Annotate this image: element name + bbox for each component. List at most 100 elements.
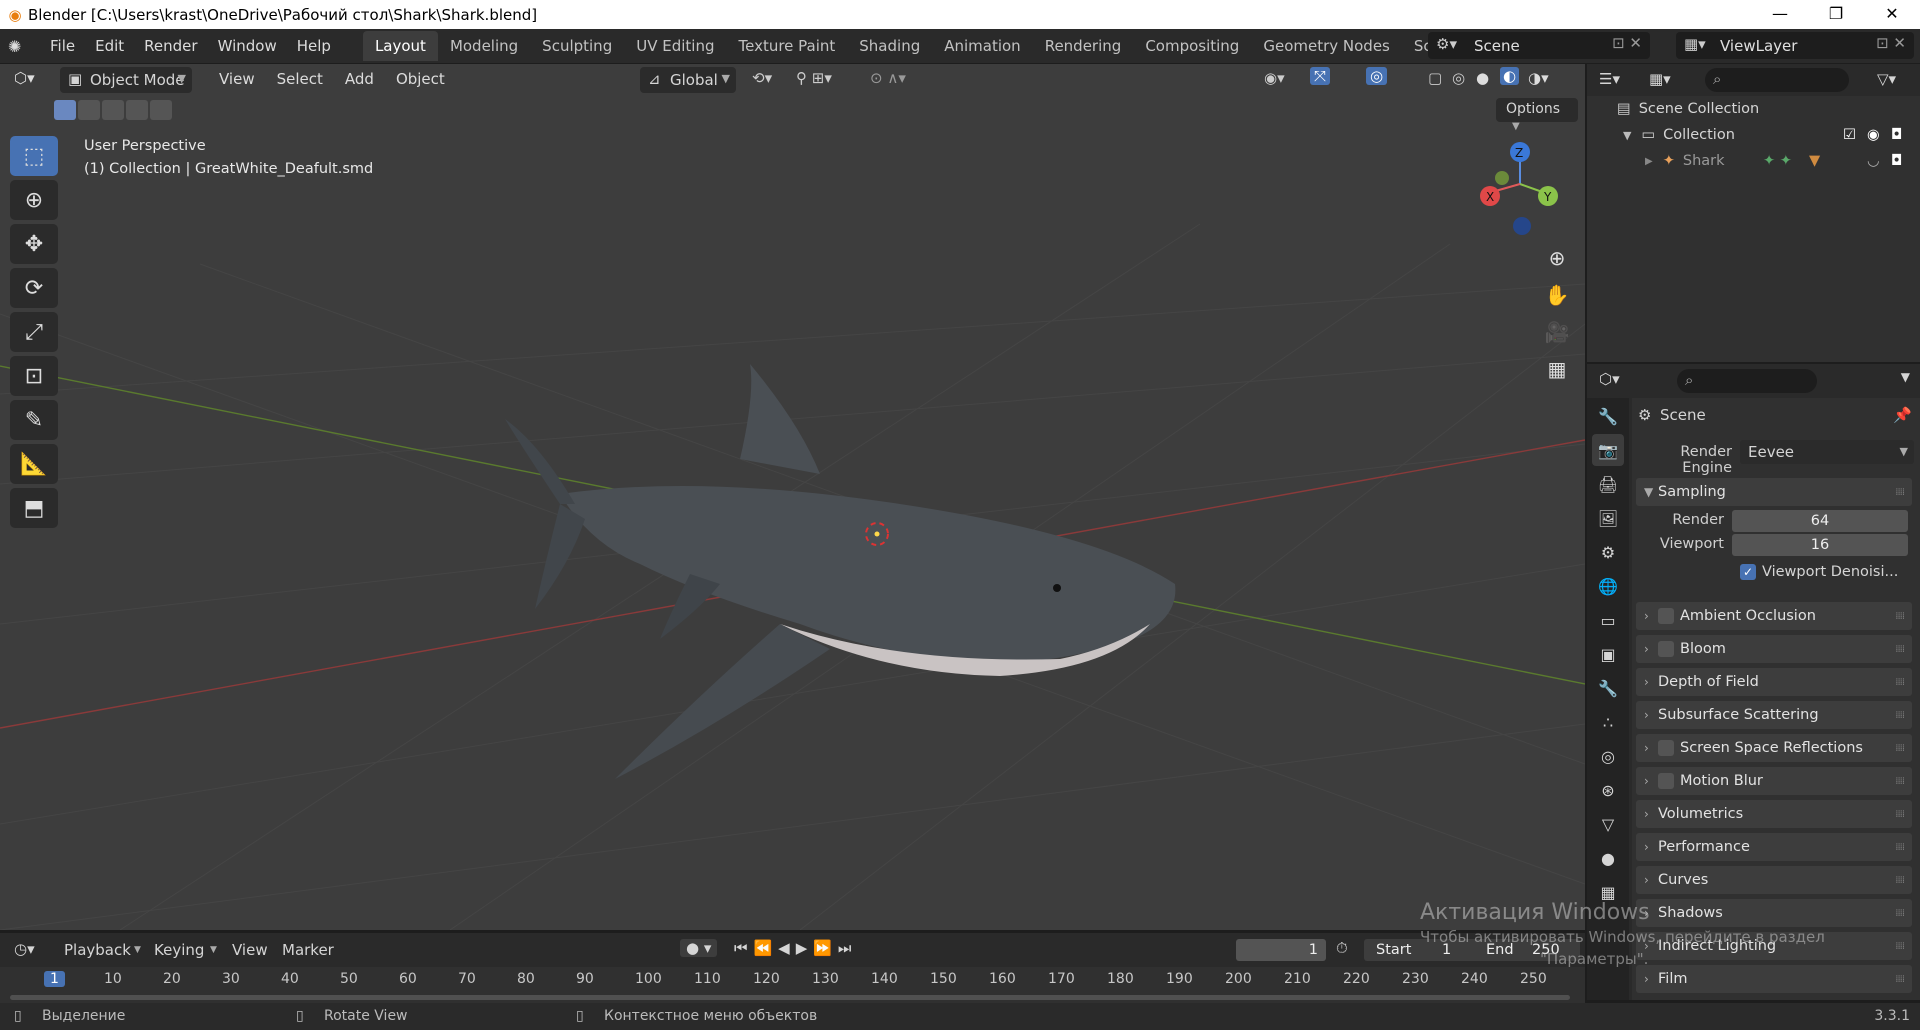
stopwatch-icon[interactable]: ⏱ bbox=[1336, 939, 1348, 957]
menu-view[interactable]: View bbox=[208, 70, 266, 88]
select-invert-icon[interactable] bbox=[126, 100, 148, 120]
add-cube-tool-icon[interactable]: ⬒ bbox=[10, 488, 58, 528]
menu-marker[interactable]: Marker bbox=[282, 941, 334, 959]
filter-icon[interactable]: ▽▾ bbox=[1877, 70, 1896, 88]
viewport-samples-field[interactable]: 16 bbox=[1732, 534, 1908, 556]
properties-editor-icon[interactable]: ⬡▾ bbox=[1599, 370, 1620, 388]
transform-tool-icon[interactable]: ⊡ bbox=[10, 356, 58, 396]
panel-volumetrics[interactable]: › Volumetrics ⁞⁞⁞⁞ bbox=[1636, 800, 1912, 828]
visibility-icon[interactable]: ◉▾ bbox=[1264, 69, 1285, 87]
outliner-row-scene-collection[interactable]: ▤ Scene Collection bbox=[1587, 96, 1920, 122]
select-box-tool-icon[interactable]: ⬚ bbox=[10, 136, 58, 176]
output-tab-icon[interactable]: 🖨 bbox=[1592, 468, 1624, 500]
drag-handle-icon[interactable]: ⁞⁞⁞⁞ bbox=[1895, 677, 1905, 688]
pin-icon[interactable]: 📌 bbox=[1893, 406, 1912, 424]
panel-ambient-occlusion[interactable]: › Ambient Occlusion ⁞⁞⁞⁞ bbox=[1636, 602, 1912, 630]
tab-sculpting[interactable]: Sculpting bbox=[530, 31, 624, 61]
camera-view-icon[interactable]: 🎥 bbox=[1540, 315, 1574, 349]
modifier-tab-icon[interactable]: 🔧 bbox=[1592, 672, 1624, 704]
bloom-checkbox[interactable] bbox=[1658, 641, 1674, 657]
cursor-tool-icon[interactable]: ⊕ bbox=[10, 180, 58, 220]
tab-rendering[interactable]: Rendering bbox=[1033, 31, 1134, 61]
panel-depth-of-field[interactable]: › Depth of Field ⁞⁞⁞⁞ bbox=[1636, 668, 1912, 696]
scene-tab-icon[interactable]: ⚙ bbox=[1592, 536, 1624, 568]
chevron-down-icon[interactable]: ▼ bbox=[1901, 370, 1910, 384]
data-tab-icon[interactable]: ▽ bbox=[1592, 808, 1624, 840]
display-mode-icon[interactable]: ▦▾ bbox=[1649, 70, 1671, 88]
wireframe-shading-icon[interactable]: ◎ bbox=[1452, 69, 1465, 87]
outliner-editor-icon[interactable]: ☰▾ bbox=[1599, 70, 1620, 88]
drag-handle-icon[interactable]: ⁞⁞⁞⁞ bbox=[1895, 487, 1905, 498]
drag-handle-icon[interactable]: ⁞⁞⁞⁞ bbox=[1895, 974, 1905, 985]
view-layer-actions-icon[interactable]: ⊡ ✕ bbox=[1876, 34, 1906, 52]
menu-select[interactable]: Select bbox=[266, 70, 334, 88]
render-engine-select[interactable]: Eevee ▼ bbox=[1740, 440, 1914, 464]
scene-selector[interactable]: ⚙▾ Scene ⊡ ✕ bbox=[1428, 32, 1650, 59]
record-icon[interactable]: ● ▾ bbox=[680, 939, 718, 957]
annotate-tool-icon[interactable]: ✎ bbox=[10, 400, 58, 440]
menu-playback[interactable]: Playback bbox=[64, 941, 131, 959]
panel-subsurface-scattering[interactable]: › Subsurface Scattering ⁞⁞⁞⁞ bbox=[1636, 701, 1912, 729]
panel-bloom[interactable]: › Bloom ⁞⁞⁞⁞ bbox=[1636, 635, 1912, 663]
drag-handle-icon[interactable]: ⁞⁞⁞⁞ bbox=[1895, 644, 1905, 655]
menu-file[interactable]: File bbox=[40, 37, 85, 55]
close-button[interactable]: ✕ bbox=[1864, 0, 1920, 29]
render-samples-field[interactable]: 64 bbox=[1732, 510, 1908, 532]
menu-window[interactable]: Window bbox=[208, 37, 287, 55]
drag-handle-icon[interactable]: ⁞⁞⁞⁞ bbox=[1895, 710, 1905, 721]
move-tool-icon[interactable]: ✥ bbox=[10, 224, 58, 264]
viewport-denoise-checkbox[interactable]: ✓ bbox=[1740, 564, 1756, 580]
tab-geometry-nodes[interactable]: Geometry Nodes bbox=[1251, 31, 1402, 61]
minimize-button[interactable]: — bbox=[1752, 0, 1808, 29]
pivot-icon[interactable]: ⟲▾ bbox=[752, 69, 772, 87]
timeline-editor-icon[interactable]: ◷▾ bbox=[14, 940, 35, 958]
drag-handle-icon[interactable]: ⁞⁞⁞⁞ bbox=[1895, 776, 1905, 787]
collection-checkbox[interactable]: ☑ bbox=[1843, 127, 1856, 143]
pin-icon[interactable]: ⊡ ✕ bbox=[1612, 34, 1642, 52]
drag-handle-icon[interactable]: ⁞⁞⁞⁞ bbox=[1895, 908, 1905, 919]
eye-icon[interactable]: ◉ bbox=[1867, 127, 1880, 143]
object-tab-icon[interactable]: ▣ bbox=[1592, 638, 1624, 670]
panel-curves[interactable]: › Curves ⁞⁞⁞⁞ bbox=[1636, 866, 1912, 894]
tab-modeling[interactable]: Modeling bbox=[438, 31, 530, 61]
zoom-icon[interactable]: ⊕ bbox=[1540, 241, 1574, 275]
3d-viewport[interactable]: ⬡▾ ▣ Object Mode ▼ View Select Add Objec… bbox=[0, 64, 1585, 930]
panel-film[interactable]: › Film ⁞⁞⁞⁞ bbox=[1636, 965, 1912, 993]
select-new-icon[interactable] bbox=[54, 100, 76, 120]
object-mode-select[interactable]: ▣ Object Mode ▼ bbox=[60, 67, 192, 93]
drag-handle-icon[interactable]: ⁞⁞⁞⁞ bbox=[1895, 842, 1905, 853]
gizmo-toggle-icon[interactable]: ⤧ bbox=[1310, 67, 1331, 85]
menu-edit[interactable]: Edit bbox=[85, 37, 134, 55]
collection-tab-icon[interactable]: ▭ bbox=[1592, 604, 1624, 636]
outliner-row-shark[interactable]: ▶ ✦ Shark ✦ ✦ ▼ ◡ ◘ bbox=[1587, 148, 1920, 174]
options-dropdown[interactable]: Options ▼ bbox=[1496, 98, 1578, 132]
render-tab-icon[interactable]: 📷 bbox=[1592, 434, 1624, 466]
particles-tab-icon[interactable]: ∴ bbox=[1592, 706, 1624, 738]
expand-arrow-icon[interactable]: ▶ bbox=[1645, 156, 1653, 167]
menu-help[interactable]: Help bbox=[287, 37, 341, 55]
material-preview-icon[interactable]: ◐ bbox=[1500, 67, 1520, 85]
menu-object[interactable]: Object bbox=[385, 70, 456, 88]
tab-texture-paint[interactable]: Texture Paint bbox=[726, 31, 847, 61]
rotate-tool-icon[interactable]: ⟳ bbox=[10, 268, 58, 308]
panel-screen-space-reflections[interactable]: › Screen Space Reflections ⁞⁞⁞⁞ bbox=[1636, 734, 1912, 762]
blender-menu-icon[interactable]: ✺ bbox=[8, 37, 34, 56]
drag-handle-icon[interactable]: ⁞⁞⁞⁞ bbox=[1895, 875, 1905, 886]
tab-shading[interactable]: Shading bbox=[847, 31, 932, 61]
view-layer-tab-icon[interactable]: 🖼 bbox=[1592, 502, 1624, 534]
rendered-shading-icon[interactable]: ◑▾ bbox=[1528, 69, 1549, 87]
pan-hand-icon[interactable]: ✋ bbox=[1540, 278, 1574, 312]
screen-space-reflections-checkbox[interactable] bbox=[1658, 740, 1674, 756]
maximize-button[interactable]: ❐ bbox=[1808, 0, 1864, 29]
motion-blur-checkbox[interactable] bbox=[1658, 773, 1674, 789]
proportional-edit-icon[interactable]: ⊙ ∧▾ bbox=[870, 69, 906, 87]
tool-tab-icon[interactable]: 🔧 bbox=[1592, 400, 1624, 432]
outliner-row-collection[interactable]: ▼ ▭ Collection ☑ ◉ ◘ bbox=[1587, 122, 1920, 148]
select-intersect-icon[interactable] bbox=[150, 100, 172, 120]
scale-tool-icon[interactable]: ⤢ bbox=[10, 312, 58, 352]
solid-shading-icon[interactable]: ● bbox=[1476, 69, 1489, 87]
editor-type-icon[interactable]: ⬡▾ bbox=[14, 69, 35, 87]
playback-controls[interactable]: ⏮⏪◀▶⏩⏭ bbox=[734, 939, 857, 957]
menu-render[interactable]: Render bbox=[134, 37, 207, 55]
select-subtract-icon[interactable] bbox=[102, 100, 124, 120]
